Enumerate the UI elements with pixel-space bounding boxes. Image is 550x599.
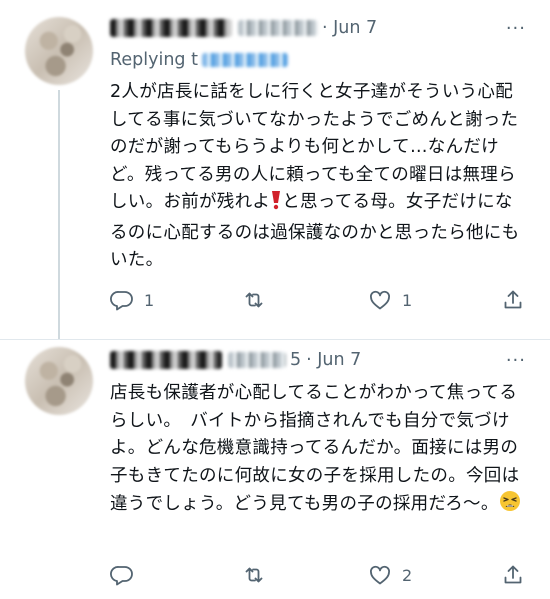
tweet-header: · Jun 7 bbox=[110, 18, 377, 38]
tweet-actions: 1 1 bbox=[110, 288, 530, 318]
like-count: 2 bbox=[402, 565, 413, 585]
like-button[interactable]: 2 bbox=[368, 563, 412, 587]
like-count: 1 bbox=[402, 290, 413, 310]
tweet[interactable]: 5 · Jun 7 ··· 店長も保護者が心配してることがわかって焦ってるらしい… bbox=[0, 340, 550, 599]
author-name-redacted[interactable] bbox=[110, 19, 232, 37]
reply-button[interactable]: 1 bbox=[110, 288, 154, 312]
like-icon bbox=[370, 565, 390, 585]
author-handle-suffix: 5 bbox=[290, 350, 302, 370]
share-icon bbox=[504, 565, 522, 584]
reply-count: 1 bbox=[144, 290, 155, 310]
tweet[interactable]: · Jun 7 ··· Replying t 2人が店長に話をしに行くと女子達が… bbox=[0, 0, 550, 340]
tweet-text: 2人が店長に話をしに行くと女子達がそういう心配してる事に気づいてなかったようでご… bbox=[110, 79, 530, 275]
author-handle-redacted[interactable] bbox=[228, 352, 286, 368]
weary-emoji-icon bbox=[499, 490, 521, 522]
avatar[interactable] bbox=[25, 17, 93, 85]
tweet-actions: 2 bbox=[110, 563, 530, 593]
author-handle-redacted[interactable] bbox=[238, 20, 318, 36]
replying-to: Replying t bbox=[110, 50, 288, 70]
more-options-icon[interactable]: ··· bbox=[506, 350, 526, 371]
share-button[interactable] bbox=[501, 563, 525, 587]
retweet-icon bbox=[245, 292, 263, 308]
reply-button[interactable] bbox=[110, 563, 144, 587]
reply-icon bbox=[110, 566, 133, 586]
more-options-icon[interactable]: ··· bbox=[506, 18, 526, 39]
tweet-text-body: 店長も保護者が心配してることがわかって焦ってるらしい。 バイトから指摘されんでも… bbox=[110, 383, 520, 514]
tweet-header: 5 · Jun 7 bbox=[110, 350, 361, 370]
reply-icon bbox=[110, 291, 133, 311]
tweet-date[interactable]: · Jun 7 bbox=[306, 350, 361, 370]
thread-line bbox=[58, 90, 60, 340]
retweet-icon bbox=[245, 567, 263, 583]
avatar[interactable] bbox=[25, 347, 93, 415]
tweet-date[interactable]: · Jun 7 bbox=[322, 18, 377, 38]
replying-to-label: Replying t bbox=[110, 50, 198, 70]
exclamation-emoji-icon bbox=[270, 190, 282, 220]
like-icon bbox=[370, 290, 390, 310]
share-icon bbox=[504, 290, 522, 309]
retweet-button[interactable] bbox=[242, 563, 276, 587]
tweet-text: 店長も保護者が心配してることがわかって焦ってるらしい。 バイトから指摘されんでも… bbox=[110, 380, 530, 522]
retweet-button[interactable] bbox=[242, 288, 276, 312]
share-button[interactable] bbox=[501, 288, 525, 312]
like-button[interactable]: 1 bbox=[368, 288, 412, 312]
replying-to-handle-redacted[interactable] bbox=[201, 53, 288, 67]
author-name-redacted[interactable] bbox=[110, 351, 222, 369]
